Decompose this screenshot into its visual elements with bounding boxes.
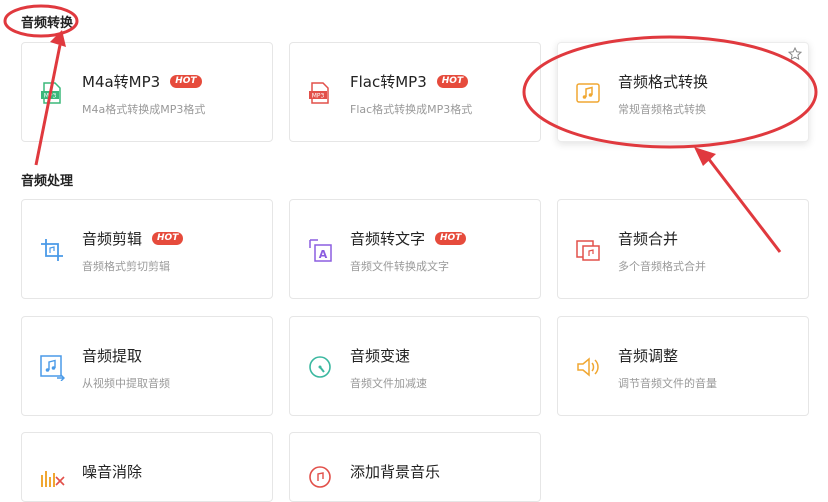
crop-icon (38, 236, 66, 264)
annotation-arrowhead-diagonal (694, 147, 716, 166)
extract-icon (38, 353, 66, 381)
merge-icon (574, 236, 602, 264)
section-title-audio-processing: 音频处理 (21, 174, 74, 189)
text-a-icon: A (306, 236, 334, 264)
card-audio-format-convert[interactable]: 音频格式转换 常规音频格式转换 (557, 42, 809, 142)
hot-badge: HOT (152, 232, 184, 245)
svg-text:A: A (319, 248, 328, 261)
card-flac-to-mp3[interactable]: MP3 Flac转MP3 HOT Flac格式转换成MP3格式 (289, 42, 541, 142)
hot-badge: HOT (170, 75, 202, 88)
card-audio-speed[interactable]: 音频变速 音频文件加减速 (289, 316, 541, 416)
card-desc: 音频文件转换成文字 (350, 260, 449, 273)
card-title: M4a转MP3 (82, 73, 161, 91)
card-audio-to-text[interactable]: A 音频转文字 HOT 音频文件转换成文字 (289, 199, 541, 299)
speaker-volume-icon (574, 353, 602, 381)
card-title: 音频转文字 (350, 230, 426, 248)
card-add-background-music[interactable]: 添加背景音乐 (289, 432, 541, 502)
card-audio-extract[interactable]: 音频提取 从视频中提取音频 (21, 316, 273, 416)
card-title: 音频剪辑 (82, 230, 143, 248)
svg-text:MP3: MP3 (44, 93, 57, 100)
hot-badge: HOT (435, 232, 467, 245)
noise-removal-icon (38, 463, 66, 491)
card-desc: 从视频中提取音频 (82, 377, 170, 390)
card-audio-merge[interactable]: 音频合并 多个音频格式合并 (557, 199, 809, 299)
card-title: 音频变速 (350, 347, 411, 365)
card-desc: 常规音频格式转换 (618, 103, 706, 116)
m4a-mp3-icon: MP3 (38, 79, 66, 107)
music-convert-icon (574, 79, 602, 107)
card-title: 音频格式转换 (618, 73, 709, 91)
background-music-icon (306, 463, 334, 491)
hot-badge: HOT (436, 75, 469, 88)
card-audio-adjust[interactable]: 音频调整 调节音频文件的音量 (557, 316, 809, 416)
card-desc: Flac格式转换成MP3格式 (350, 103, 473, 116)
card-m4a-to-mp3[interactable]: MP3 M4a转MP3 HOT M4a格式转换成MP3格式 (21, 42, 273, 142)
card-desc: 音频格式剪切剪辑 (82, 260, 170, 273)
card-audio-clip[interactable]: 音频剪辑 HOT 音频格式剪切剪辑 (21, 199, 273, 299)
card-desc: 音频文件加减速 (350, 377, 427, 390)
card-title: Flac转MP3 (350, 73, 427, 91)
svg-text:MP3: MP3 (312, 93, 325, 100)
card-desc: M4a格式转换成MP3格式 (82, 103, 206, 116)
card-desc: 调节音频文件的音量 (618, 377, 717, 390)
speed-dial-icon (306, 353, 334, 381)
flac-mp3-icon: MP3 (306, 79, 334, 107)
card-title: 噪音消除 (82, 463, 143, 481)
card-title: 音频提取 (82, 347, 143, 365)
section-title-audio-convert: 音频转换 (21, 16, 74, 31)
card-title: 音频调整 (618, 347, 679, 365)
card-title: 添加背景音乐 (350, 463, 441, 481)
star-icon[interactable] (788, 47, 802, 61)
card-title: 音频合并 (618, 230, 679, 248)
card-noise-removal[interactable]: 噪音消除 (21, 432, 273, 502)
card-desc: 多个音频格式合并 (618, 260, 706, 273)
